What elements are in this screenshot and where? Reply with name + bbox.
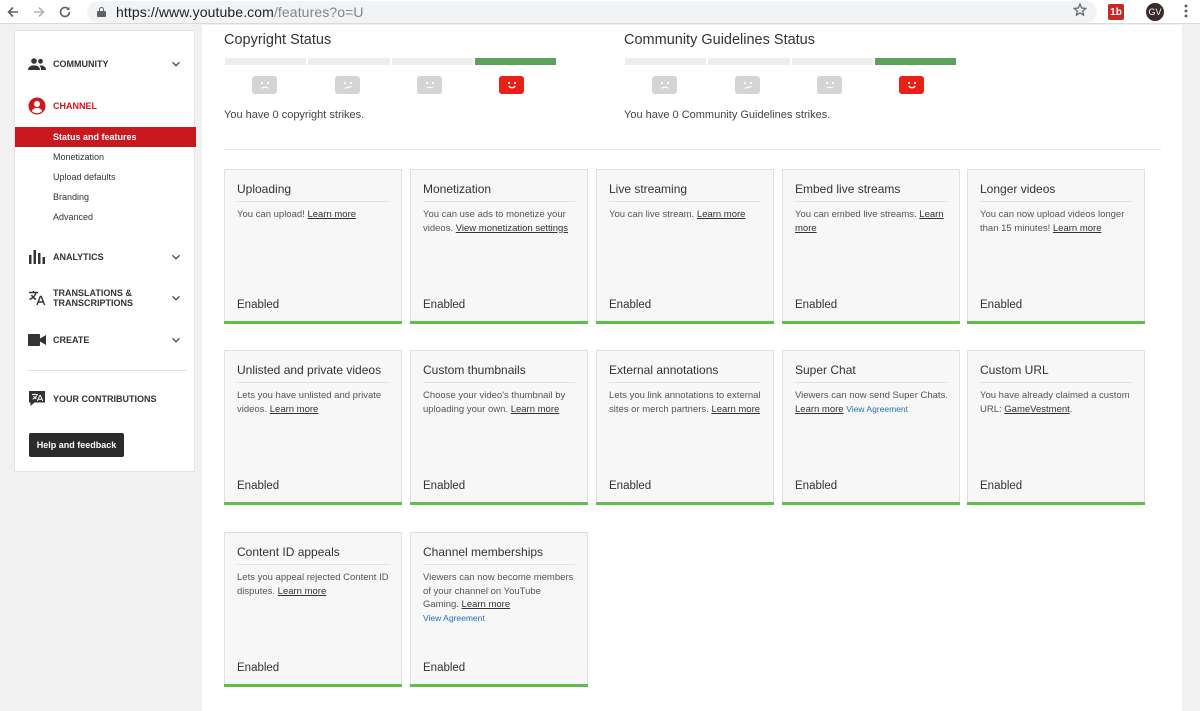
sidebar-item-upload-defaults[interactable]: Upload defaults [15,167,196,187]
sidebar-item-status-and-features[interactable]: Status and features [15,127,196,147]
sidebar-item-create[interactable]: CREATE [15,325,196,355]
sad-face-icon [252,76,277,94]
neutral-face-icon [817,76,842,94]
learn-more-link[interactable]: Learn more [1053,223,1102,234]
sidebar-item-your-contributions[interactable]: YOUR CONTRIBUTIONS [15,384,196,414]
help-and-feedback-button[interactable]: Help and feedback [29,433,124,457]
feature-card-embed-live-streams: Embed live streams You can embed live st… [782,169,960,324]
forward-arrow-icon[interactable] [26,0,52,24]
feature-card-channel-memberships: Channel memberships Viewers can now beco… [410,532,588,687]
browser-menu-icon[interactable] [1183,3,1189,23]
copyright-status-title: Copyright Status [224,32,332,48]
profile-avatar[interactable]: GV [1146,3,1164,21]
status-label: Enabled [423,299,466,311]
analytics-icon [27,247,47,267]
translate-icon [27,288,47,308]
feature-card-monetization: Monetization You can use ads to monetize… [410,169,588,324]
translations-label-line2: TRANSCRIPTIONS [53,298,134,308]
view-agreement-link[interactable]: View Agreement [846,404,908,414]
unhappy-face-icon [735,76,760,94]
section-divider [224,149,1161,150]
learn-more-link[interactable]: Learn more [511,404,560,415]
learn-more-link[interactable]: Learn more [307,209,356,220]
chevron-down-icon [171,59,181,69]
sidebar-item-advanced[interactable]: Advanced [15,207,196,227]
sidebar-item-branding[interactable]: Branding [15,187,196,207]
copyright-strike-bar [225,58,556,65]
sidebar-item-monetization[interactable]: Monetization [15,147,196,167]
status-label: Enabled [980,299,1023,311]
browser-toolbar: https://www.youtube.com/features?o=U 1b … [0,0,1200,24]
status-label: Enabled [237,480,280,492]
learn-more-link[interactable]: Learn more [278,586,327,597]
guidelines-strike-bar [625,58,956,65]
status-label: Enabled [609,480,652,492]
learn-more-link[interactable]: Learn more [711,404,760,415]
guidelines-status-text: You have 0 Community Guidelines strikes. [624,109,831,121]
chevron-down-icon [171,293,181,303]
learn-more-link[interactable]: Learn more [795,404,844,415]
feature-card-custom-thumbnails: Custom thumbnails Choose your video's th… [410,350,588,505]
happy-face-icon [899,76,924,94]
unhappy-face-icon [335,76,360,94]
lock-icon [97,7,106,17]
video-camera-icon [27,330,47,350]
sidebar-divider [27,370,187,371]
back-arrow-icon[interactable] [0,0,26,24]
feature-card-longer-videos: Longer videos You can now upload videos … [967,169,1145,324]
reload-icon[interactable] [52,0,78,24]
status-label: Enabled [795,299,838,311]
feature-card-content-id-appeals: Content ID appeals Lets you appeal rejec… [224,532,402,687]
contributions-icon [27,389,47,409]
status-label: Enabled [237,662,280,674]
sad-face-icon [652,76,677,94]
learn-more-link[interactable]: Learn more [462,599,511,610]
feature-card-external-annotations: External annotations Lets you link annot… [596,350,774,505]
view-agreement-link[interactable]: View Agreement [423,613,485,623]
feature-card-custom-url: Custom URL You have already claimed a cu… [967,350,1145,505]
status-label: Enabled [795,480,838,492]
feature-card-uploading: Uploading You can upload! Learn more Ena… [224,169,402,324]
status-label: Enabled [237,299,280,311]
copyright-status-text: You have 0 copyright strikes. [224,109,365,121]
feature-card-super-chat: Super Chat Viewers can now send Super Ch… [782,350,960,505]
bookmark-star-icon[interactable] [1072,2,1088,21]
sidebar-item-channel[interactable]: CHANNEL [15,91,196,121]
extension-icon[interactable]: 1b [1108,4,1124,20]
sidebar-item-translations[interactable]: TRANSLATIONS & TRANSCRIPTIONS [15,283,196,313]
sidebar-item-community[interactable]: COMMUNITY [15,49,196,79]
status-label: Enabled [980,480,1023,492]
address-bar[interactable]: https://www.youtube.com/features?o=U [87,1,1097,23]
learn-more-link[interactable]: Learn more [270,404,319,415]
main-content: Copyright Status You have 0 copyright st… [202,25,1182,711]
learn-more-link[interactable]: Learn more [697,209,746,220]
status-label: Enabled [423,662,466,674]
url-text: https://www.youtube.com/features?o=U [116,4,364,20]
status-label: Enabled [609,299,652,311]
chevron-down-icon [171,335,181,345]
sidebar-item-analytics[interactable]: ANALYTICS [15,242,196,272]
chevron-down-icon [171,252,181,262]
sidebar: COMMUNITY CHANNEL Status and features Mo… [14,30,196,472]
feature-card-unlisted-private-videos: Unlisted and private videos Lets you hav… [224,350,402,505]
community-icon [27,54,47,74]
translations-label-line1: TRANSLATIONS & [53,288,132,298]
feature-card-live-streaming: Live streaming You can live stream. Lear… [596,169,774,324]
happy-face-icon [499,76,524,94]
channel-icon [27,96,47,116]
custom-url-link[interactable]: GameVestment [1004,404,1069,415]
view-monetization-settings-link[interactable]: View monetization settings [456,223,568,234]
guidelines-status-title: Community Guidelines Status [624,32,815,48]
neutral-face-icon [417,76,442,94]
status-label: Enabled [423,480,466,492]
